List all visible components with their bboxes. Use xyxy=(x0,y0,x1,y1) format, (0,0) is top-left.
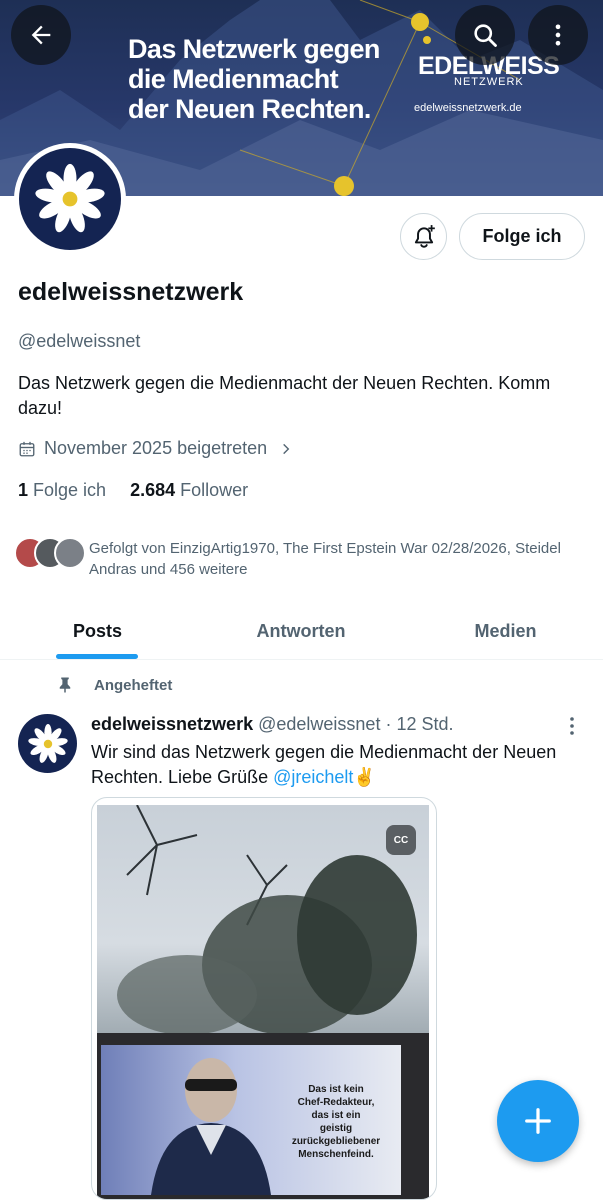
billboard-line: Chef-Redakteur, xyxy=(297,1097,375,1108)
profile-tabs: Posts Antworten Medien xyxy=(0,602,603,660)
followers-count: 2.684 xyxy=(130,480,176,500)
edelweiss-flower-icon xyxy=(27,723,68,763)
billboard-line: Menschenfeind. xyxy=(298,1149,374,1160)
avatar-background xyxy=(19,148,121,250)
following-count: 1 xyxy=(18,480,29,500)
tab-replies[interactable]: Antworten xyxy=(190,602,412,660)
banner-logo-url: edelweissnetzwerk.de xyxy=(414,102,522,114)
video-thumbnail: CC Das ist kein Chef-Redakteur, das ist … xyxy=(97,805,429,1199)
banner-logo-sub: NETZWERK xyxy=(454,76,524,88)
following-button[interactable]: Folge ich xyxy=(459,213,585,260)
banner-headline-line: die Medienmacht xyxy=(128,64,339,94)
joined-date-row[interactable]: November 2025 beigetreten xyxy=(18,438,293,459)
pinned-indicator: Angeheftet xyxy=(56,676,172,694)
billboard-text: Das ist kein Chef-Redakteur, das ist ein… xyxy=(271,1083,401,1161)
banner-headline-line: Das Netzwerk gegen xyxy=(128,34,380,64)
post-text: Wir sind das Netzwerk gegen die Medienma… xyxy=(91,740,586,790)
person-portrait-graphic xyxy=(151,1058,271,1195)
banner-headline: Das Netzwerk gegen die Medienmacht der N… xyxy=(128,34,380,124)
follower-avatar xyxy=(54,537,86,569)
bell-plus-icon xyxy=(414,224,435,248)
more-vertical-icon xyxy=(555,24,561,46)
billboard-poster: Das ist kein Chef-Redakteur, das ist ein… xyxy=(101,1045,401,1195)
chevron-right-icon xyxy=(283,443,290,454)
post-author-avatar[interactable] xyxy=(18,714,77,773)
post-author-handle[interactable]: @edelweissnet xyxy=(258,714,380,734)
following-label: Folge ich xyxy=(33,480,107,500)
pinned-label: Angeheftet xyxy=(94,676,173,694)
followed-by-text[interactable]: Gefolgt von EinzigArtig1970, The First E… xyxy=(89,538,589,580)
post-timestamp[interactable]: 12 Std. xyxy=(396,714,453,734)
more-vertical-icon xyxy=(570,717,574,735)
notifications-bell-button[interactable] xyxy=(400,213,447,260)
plus-icon xyxy=(525,1108,551,1134)
joined-date-text: November 2025 beigetreten xyxy=(44,438,268,458)
search-button[interactable] xyxy=(455,5,515,65)
billboard-line: Das ist kein xyxy=(308,1084,364,1095)
profile-handle: @edelweissnet xyxy=(18,331,141,351)
profile-bio: Das Netzwerk gegen die Medienmacht der N… xyxy=(18,373,551,418)
post-mention-link[interactable]: @jreichelt xyxy=(273,767,353,787)
post-header: edelweissnetzwerk @edelweissnet · 12 Std… xyxy=(91,714,454,735)
edelweiss-flower-icon xyxy=(35,163,105,233)
calendar-icon xyxy=(19,441,35,456)
trees-graphic xyxy=(117,805,417,1035)
post-meta-separator: · xyxy=(380,714,397,734)
closed-captions-badge[interactable]: CC xyxy=(386,825,416,855)
post-video-media[interactable]: CC Das ist kein Chef-Redakteur, das ist … xyxy=(91,797,437,1200)
search-icon xyxy=(474,24,497,47)
profile-avatar[interactable] xyxy=(14,143,126,255)
active-tab-indicator xyxy=(56,654,138,659)
more-options-button[interactable] xyxy=(528,5,588,65)
billboard-line: zurückgebliebener xyxy=(291,1136,381,1147)
following-count-link[interactable]: 1 Folge ich xyxy=(18,480,106,501)
banner-headline-line: der Neuen Rechten. xyxy=(128,94,371,124)
profile-display-name: edelweissnetzwerk xyxy=(18,278,244,306)
back-button[interactable] xyxy=(11,5,71,65)
follow-counts: 1 Folge ich 2.684 Follower xyxy=(18,480,272,501)
pin-icon xyxy=(59,677,71,693)
followed-by-avatars[interactable] xyxy=(14,537,86,569)
arrow-left-icon xyxy=(31,25,51,45)
tab-media[interactable]: Medien xyxy=(408,602,603,660)
post-more-button[interactable] xyxy=(566,716,578,741)
victory-hand-emoji: ✌ xyxy=(353,767,376,787)
compose-post-button[interactable] xyxy=(497,1080,579,1162)
billboard-line: das ist ein xyxy=(311,1110,361,1121)
billboard-line: geistig xyxy=(319,1123,353,1134)
followers-count-link[interactable]: 2.684 Follower xyxy=(130,480,248,501)
billboard: Das ist kein Chef-Redakteur, das ist ein… xyxy=(97,1033,429,1199)
post-author-name[interactable]: edelweissnetzwerk xyxy=(91,714,253,734)
followers-label: Follower xyxy=(180,480,249,500)
tab-posts[interactable]: Posts xyxy=(0,602,195,660)
